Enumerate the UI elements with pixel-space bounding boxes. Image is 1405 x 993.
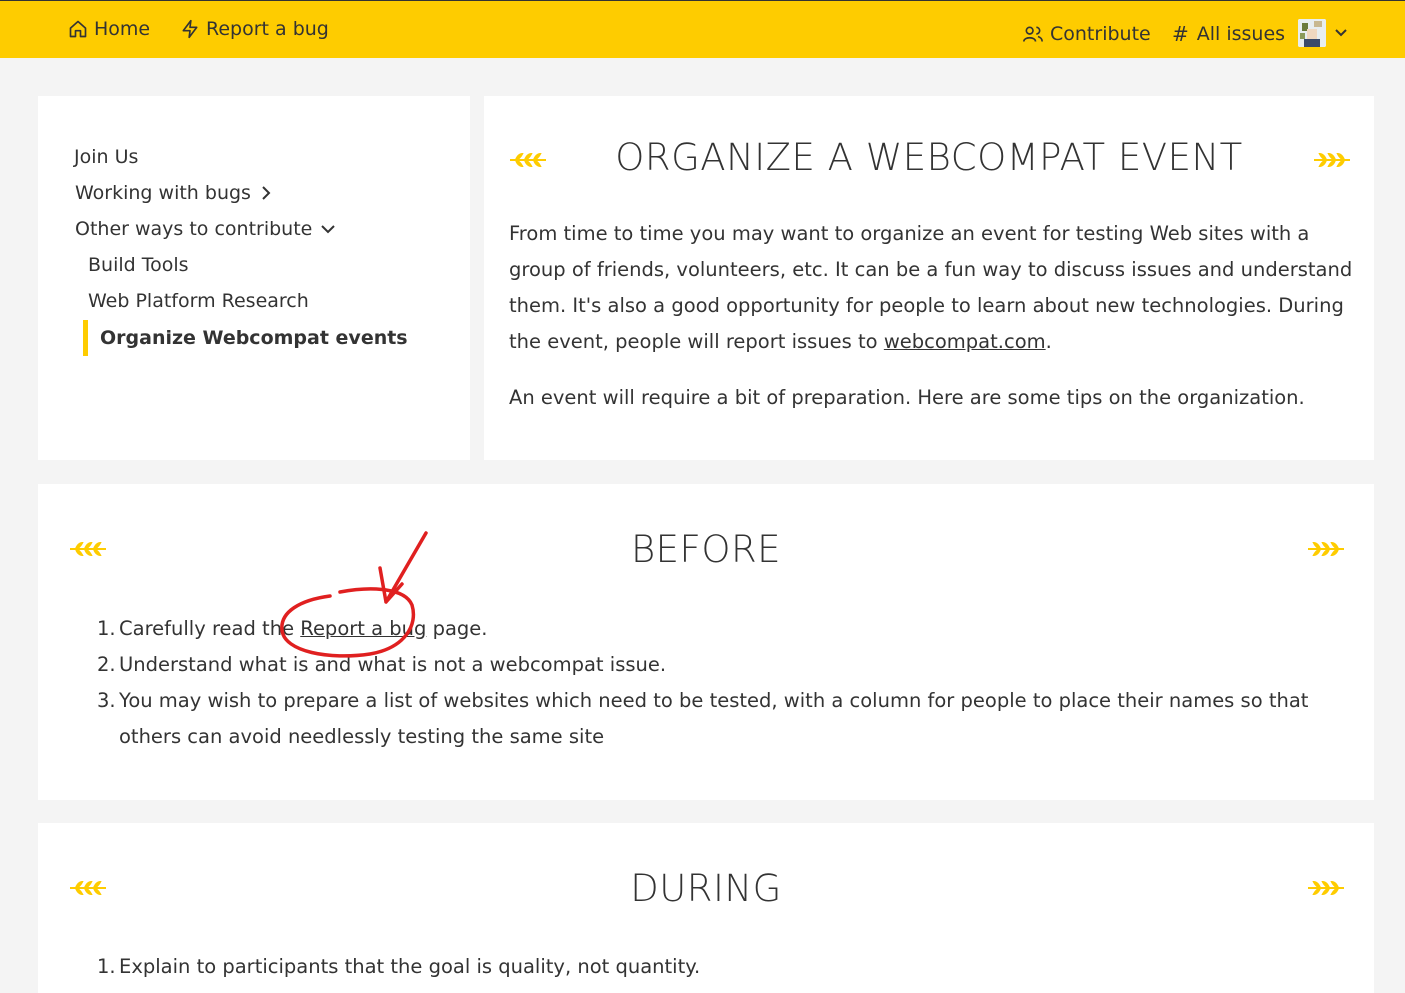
wheat-left-icon xyxy=(510,152,546,168)
during-heading: DURING xyxy=(630,867,782,910)
list-item: 1. Carefully read the Report a bug page. xyxy=(97,617,488,640)
nav-report-bug-link[interactable]: Report a bug xyxy=(180,1,329,57)
webcompat-link[interactable]: webcompat.com xyxy=(884,330,1046,353)
wheat-right-icon xyxy=(1308,541,1344,557)
nav-home-link[interactable]: Home xyxy=(68,1,150,57)
sidebar-item-label: Join Us xyxy=(74,146,139,168)
sidebar-item-label: Other ways to contribute xyxy=(75,218,313,240)
list-item-text: Explain to participants that the goal is… xyxy=(119,955,701,978)
intro-end: . xyxy=(1045,330,1052,353)
list-item: 2. Understand what is and what is not a w… xyxy=(97,653,667,676)
page-title: ORGANIZE A WEBCOMPAT EVENT xyxy=(615,136,1243,179)
top-nav-bar: Home Report a bug Contribute # All issue… xyxy=(0,0,1405,58)
home-icon xyxy=(69,20,87,38)
list-item-text: Understand what is and what is not a web… xyxy=(119,653,667,676)
sidebar-item-other-ways[interactable]: Other ways to contribute xyxy=(75,218,336,240)
sidebar-item-working-with-bugs[interactable]: Working with bugs xyxy=(75,182,273,204)
sidebar-item-label: Web Platform Research xyxy=(88,290,309,312)
nav-contribute-label: Contribute xyxy=(1050,23,1151,45)
nav-all-issues-link[interactable]: # All issues xyxy=(1172,5,1285,63)
list-item-text: You may wish to prepare a list of websit… xyxy=(119,689,1309,748)
list-item-text: page. xyxy=(426,617,488,640)
sidebar-item-build-tools[interactable]: Build Tools xyxy=(88,254,189,276)
users-icon xyxy=(1023,26,1043,42)
during-section: DURING 1. Explain to participants that th… xyxy=(38,823,1374,993)
prep-paragraph: An event will require a bit of preparati… xyxy=(509,386,1305,409)
list-item: 3. You may wish to prepare a list of webs… xyxy=(97,689,1309,748)
report-bug-link[interactable]: Report a bug xyxy=(300,617,426,640)
before-list: 1. Carefully read the Report a bug page. … xyxy=(38,611,1328,755)
nav-home-label: Home xyxy=(94,18,151,40)
list-item: 1. Explain to participants that the goal … xyxy=(97,955,701,978)
chevron-right-icon xyxy=(262,186,271,200)
wheat-right-icon xyxy=(1308,880,1344,896)
sidebar-item-label: Working with bugs xyxy=(75,182,251,204)
nav-contribute-link[interactable]: Contribute xyxy=(1022,5,1151,63)
user-avatar xyxy=(1298,19,1326,47)
chevron-down-icon xyxy=(321,225,336,234)
intro-paragraph: From time to time you may want to organi… xyxy=(509,216,1359,360)
during-list: 1. Explain to participants that the goal … xyxy=(38,949,1328,985)
sidebar-item-organize-events[interactable]: Organize Webcompat events xyxy=(83,320,408,356)
before-heading: BEFORE xyxy=(630,528,782,571)
hash-icon: # xyxy=(1172,22,1189,46)
list-item-text: Carefully read the xyxy=(119,617,301,640)
sidebar-panel: Join Us Working with bugs Other ways to … xyxy=(38,96,470,460)
wheat-right-icon xyxy=(1314,152,1350,168)
nav-all-issues-label: All issues xyxy=(1196,23,1286,45)
sidebar-item-web-platform-research[interactable]: Web Platform Research xyxy=(88,290,309,312)
before-section: BEFORE 1. Carefully read the Report a bug… xyxy=(38,484,1374,800)
sidebar-item-join-us[interactable]: Join Us xyxy=(74,146,138,168)
main-intro-panel: ORGANIZE A WEBCOMPAT EVENT From time to … xyxy=(484,96,1374,460)
chevron-down-icon xyxy=(1335,29,1347,37)
nav-report-bug-label: Report a bug xyxy=(206,18,329,40)
sidebar-item-label: Build Tools xyxy=(88,254,189,276)
user-menu-toggle[interactable] xyxy=(1298,19,1348,47)
lightning-icon xyxy=(182,19,198,39)
sidebar-item-label: Organize Webcompat events xyxy=(100,327,408,349)
